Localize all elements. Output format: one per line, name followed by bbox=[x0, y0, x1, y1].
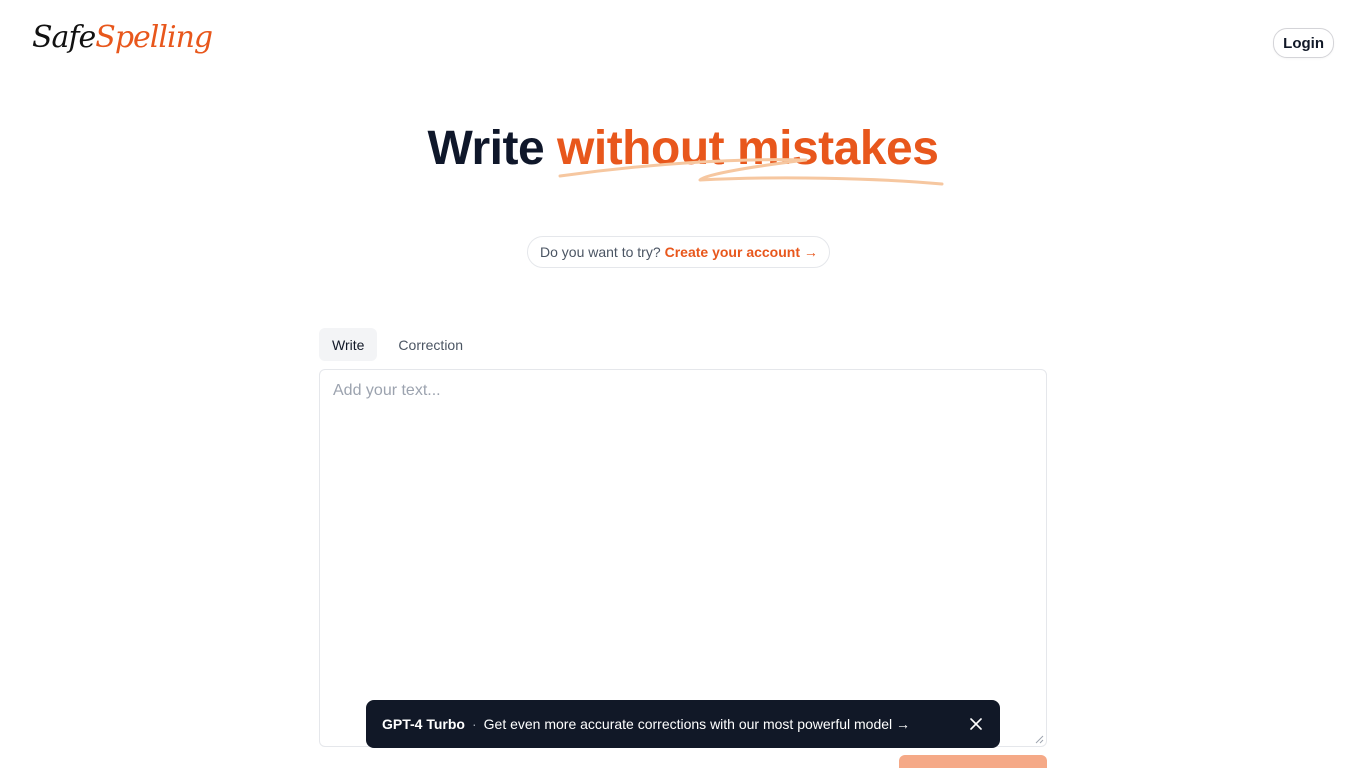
mode-tabs: Write Correction bbox=[319, 328, 476, 361]
create-account-link[interactable]: Create your account → bbox=[665, 244, 818, 260]
toast-model-name: GPT-4 Turbo bbox=[382, 716, 465, 732]
promo-toast: GPT-4 Turbo · Get even more accurate cor… bbox=[366, 700, 1000, 748]
toast-separator: · bbox=[471, 716, 477, 732]
resize-handle-icon[interactable] bbox=[1034, 734, 1044, 744]
hero-underline-scribble bbox=[558, 158, 944, 186]
signup-question: Do you want to try? bbox=[540, 244, 661, 260]
signup-prompt: Do you want to try? Create your account … bbox=[527, 236, 830, 268]
logo[interactable]: SafeSpelling bbox=[32, 18, 213, 58]
tab-correction[interactable]: Correction bbox=[385, 328, 476, 361]
text-input-placeholder: Add your text... bbox=[333, 382, 441, 399]
tab-write[interactable]: Write bbox=[319, 328, 378, 361]
logo-safe: Safe bbox=[32, 20, 96, 55]
page: SafeSpelling Login Write without mistake… bbox=[0, 0, 1366, 768]
hero-title-write: Write bbox=[427, 122, 558, 175]
text-input[interactable]: Add your text... bbox=[319, 369, 1047, 747]
toast-message-link[interactable]: Get even more accurate corrections with … bbox=[484, 716, 968, 732]
close-icon[interactable] bbox=[968, 716, 984, 732]
login-button[interactable]: Login bbox=[1273, 28, 1334, 58]
submit-button[interactable] bbox=[899, 755, 1047, 768]
logo-spelling: Spelling bbox=[95, 20, 213, 55]
